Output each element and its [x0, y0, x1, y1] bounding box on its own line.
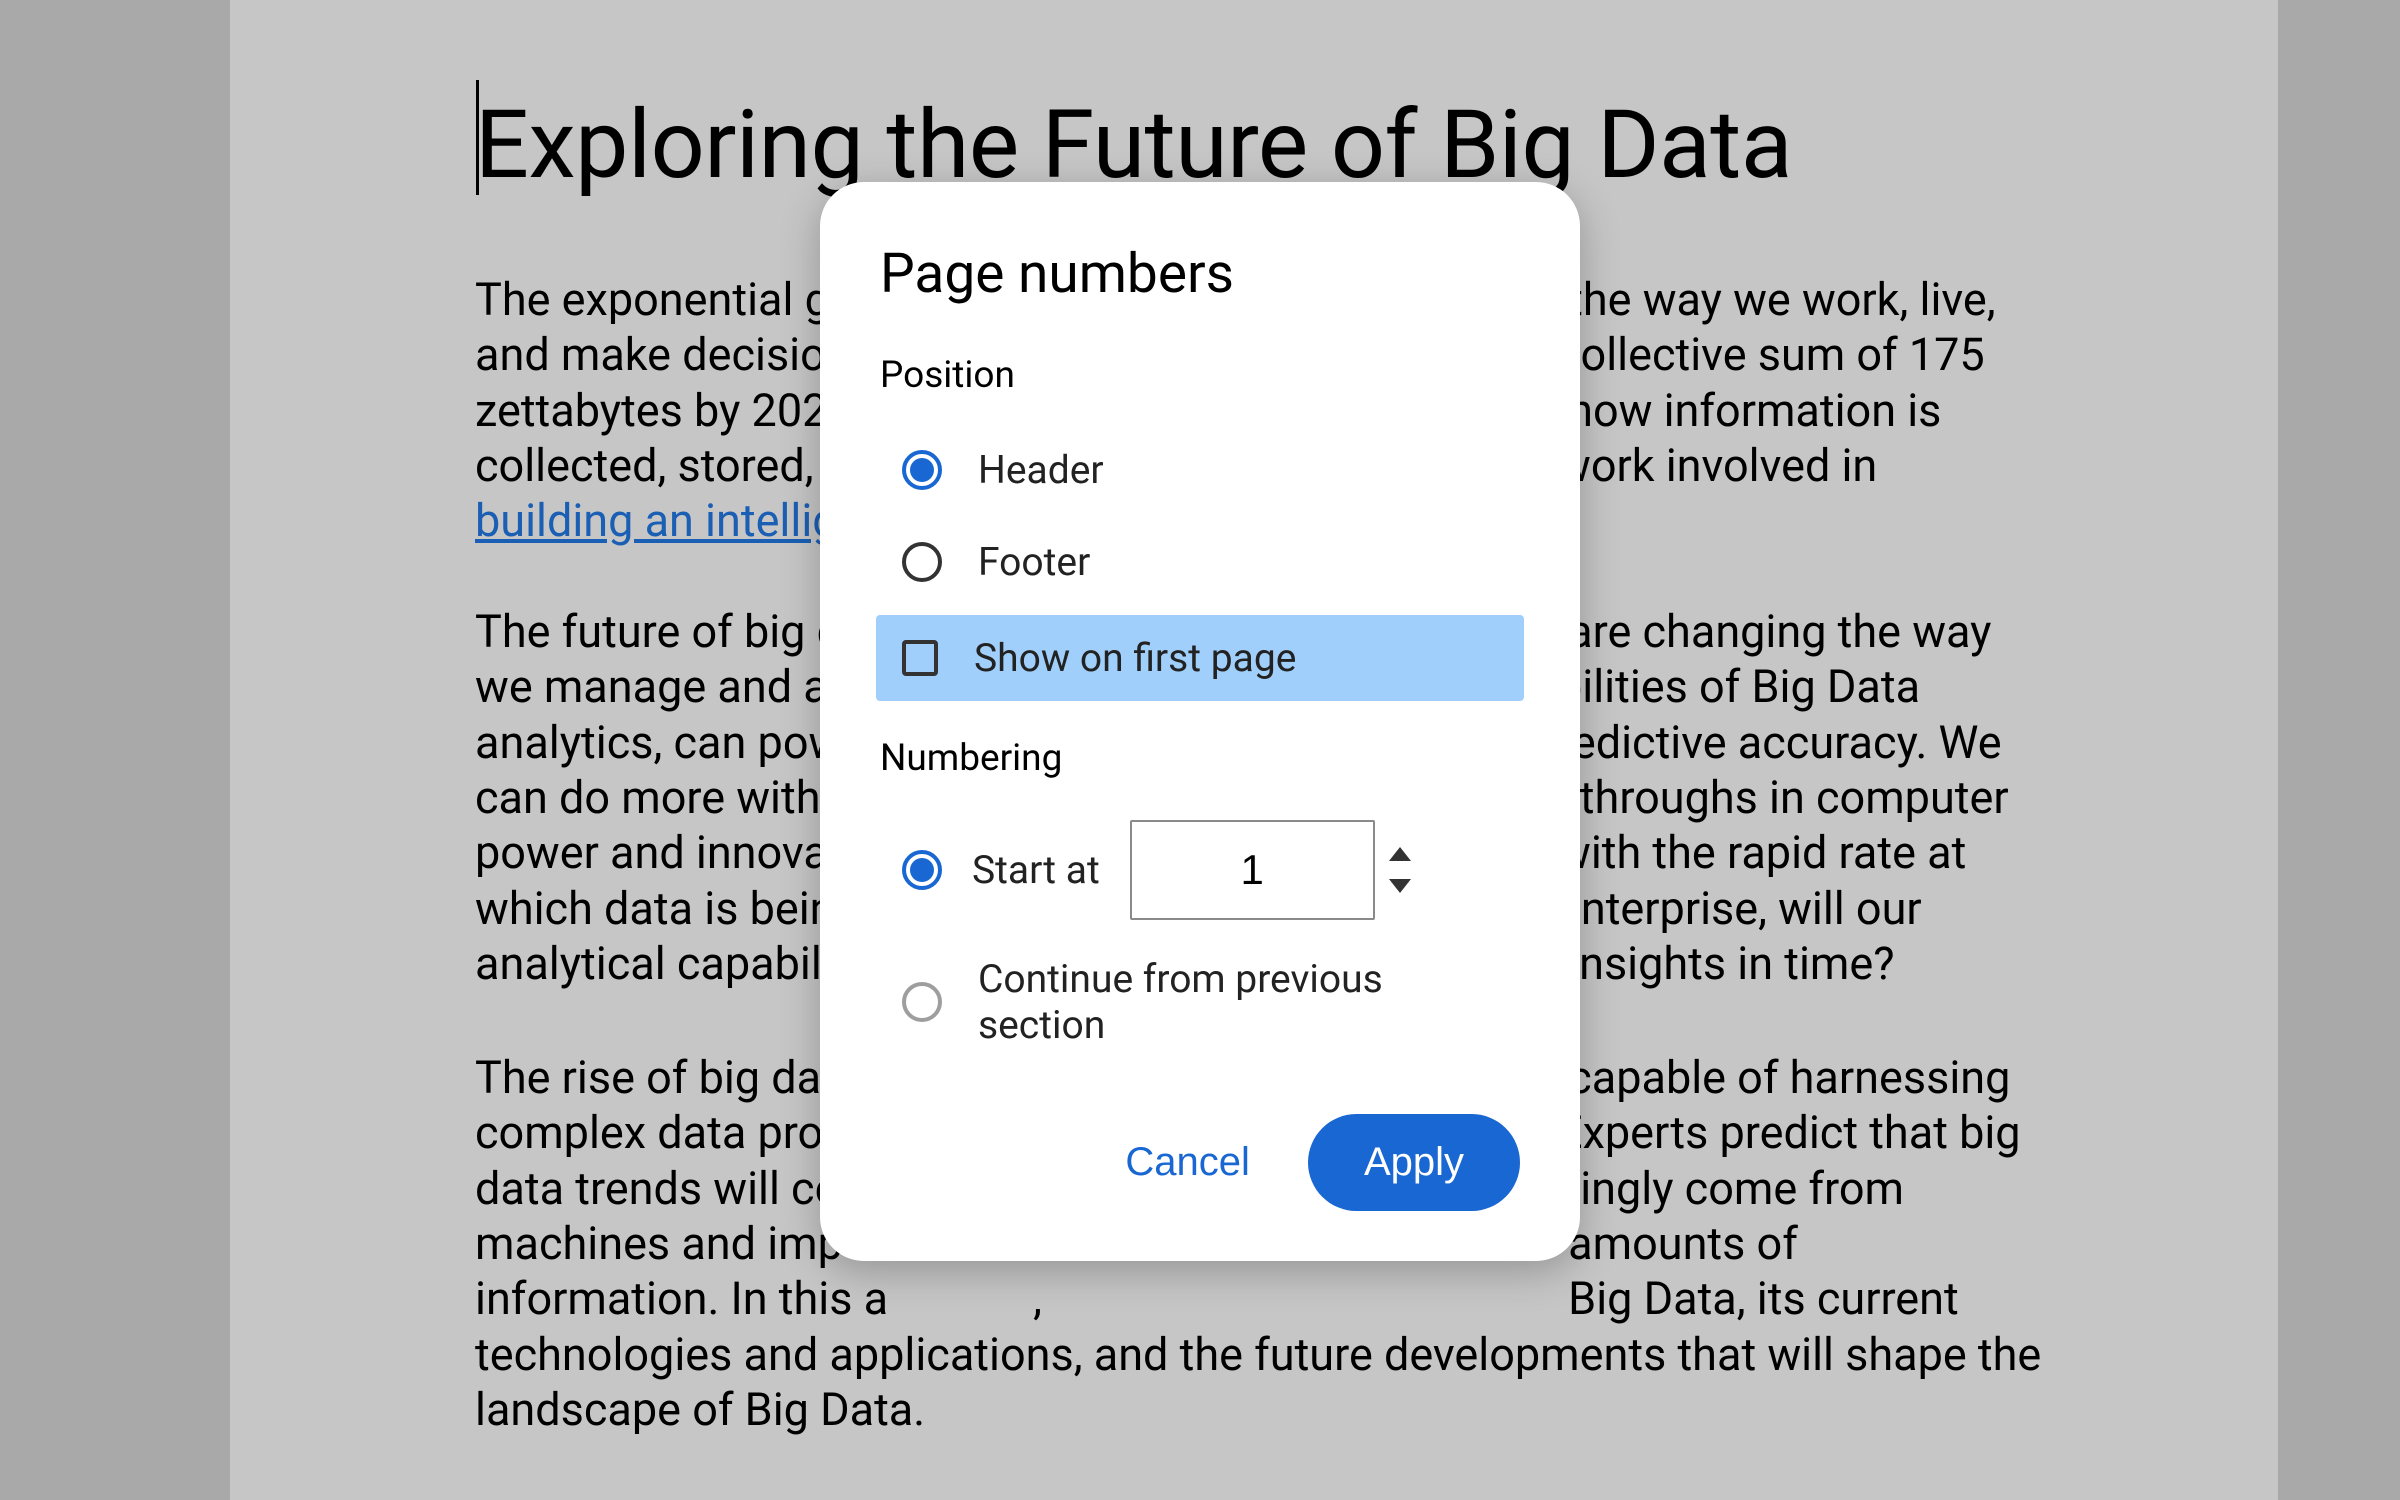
document-paragraph-2-left[interactable]: The future of big d we manage and ar ana… — [475, 604, 847, 991]
radio-start-at[interactable] — [902, 850, 942, 890]
checkbox-first-page[interactable] — [902, 640, 938, 676]
cancel-button[interactable]: Cancel — [1095, 1120, 1280, 1205]
start-at-label: Start at — [972, 847, 1100, 893]
spinner-up-icon[interactable] — [1389, 847, 1411, 861]
radio-header[interactable] — [902, 450, 942, 490]
start-at-option[interactable]: Start at — [880, 814, 1520, 926]
radio-footer[interactable] — [902, 542, 942, 582]
show-on-first-page-option[interactable]: Show on first page — [876, 615, 1524, 701]
dialog-actions: Cancel Apply — [880, 1114, 1520, 1211]
start-at-input[interactable] — [1130, 820, 1375, 920]
document-paragraph-1-left[interactable]: The exponential gr and make decision zet… — [475, 272, 851, 549]
position-footer-option[interactable]: Footer — [880, 523, 1520, 601]
page-numbers-dialog: Page numbers Position Header Footer Show… — [820, 182, 1580, 1261]
radio-header-label: Header — [978, 447, 1498, 493]
position-section-label: Position — [880, 354, 1520, 397]
document-paragraph-1-right[interactable]: the way we work, live, collective sum of… — [1557, 272, 1996, 493]
spinner-down-icon[interactable] — [1389, 879, 1411, 893]
dialog-title: Page numbers — [880, 242, 1520, 306]
document-paragraph-2-right[interactable]: are changing the way bilities of Big Dat… — [1557, 604, 2009, 991]
checkbox-first-page-label: Show on first page — [974, 635, 1498, 681]
link-building-intelligence[interactable]: building an intellig — [475, 494, 838, 547]
start-at-spinner — [1389, 847, 1411, 893]
continue-from-previous-option[interactable]: Continue from previous section — [880, 940, 1520, 1064]
radio-continue-label: Continue from previous section — [978, 956, 1498, 1048]
document-paragraph-3-right[interactable]: capable of harnessing Experts predict th… — [1557, 1050, 2021, 1327]
start-at-input-group — [1130, 820, 1411, 920]
radio-footer-label: Footer — [978, 539, 1498, 585]
apply-button[interactable]: Apply — [1308, 1114, 1520, 1211]
radio-continue[interactable] — [902, 982, 942, 1022]
numbering-section-label: Numbering — [880, 737, 1520, 780]
position-header-option[interactable]: Header — [880, 431, 1520, 509]
